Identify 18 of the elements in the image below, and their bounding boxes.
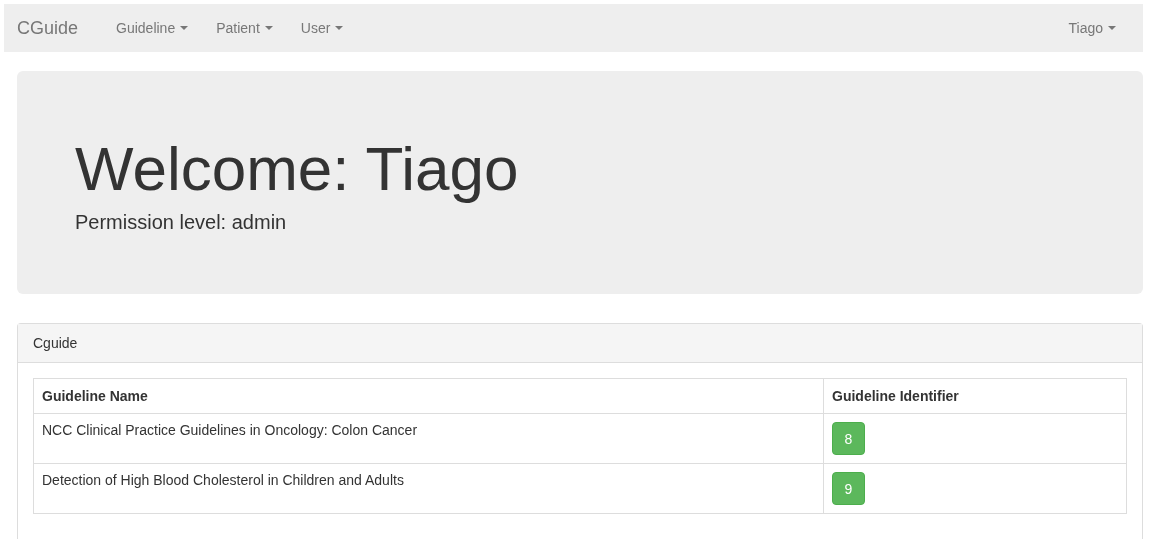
welcome-heading: Welcome: Tiago: [75, 135, 520, 204]
column-header: Guideline Identifier: [823, 378, 1127, 414]
caret-icon: [1108, 26, 1116, 30]
panel-title: Cguide: [18, 324, 1142, 363]
caret-icon: [180, 26, 189, 30]
identifier-button[interactable]: 8: [832, 422, 865, 455]
nav-menu[interactable]: User: [286, 20, 358, 36]
brand-link[interactable]: CGuide: [17, 17, 79, 39]
nav-menu[interactable]: Patient: [202, 20, 287, 36]
nav-menu[interactable]: Guideline: [102, 20, 203, 36]
caret-icon: [264, 26, 273, 30]
permission-text: Permission level: admin: [75, 211, 288, 235]
column-header: Guideline Name: [33, 378, 824, 414]
caret-icon: [335, 26, 344, 30]
table-cell: NCC Clinical Practice Guidelines in Oncology: Colon Cancer: [33, 413, 824, 464]
table-cell: Detection of High Blood Cholesterol in Children and Adults: [33, 463, 824, 514]
account-menu[interactable]: Tiago: [1054, 20, 1130, 36]
identifier-button[interactable]: 9: [832, 472, 865, 505]
